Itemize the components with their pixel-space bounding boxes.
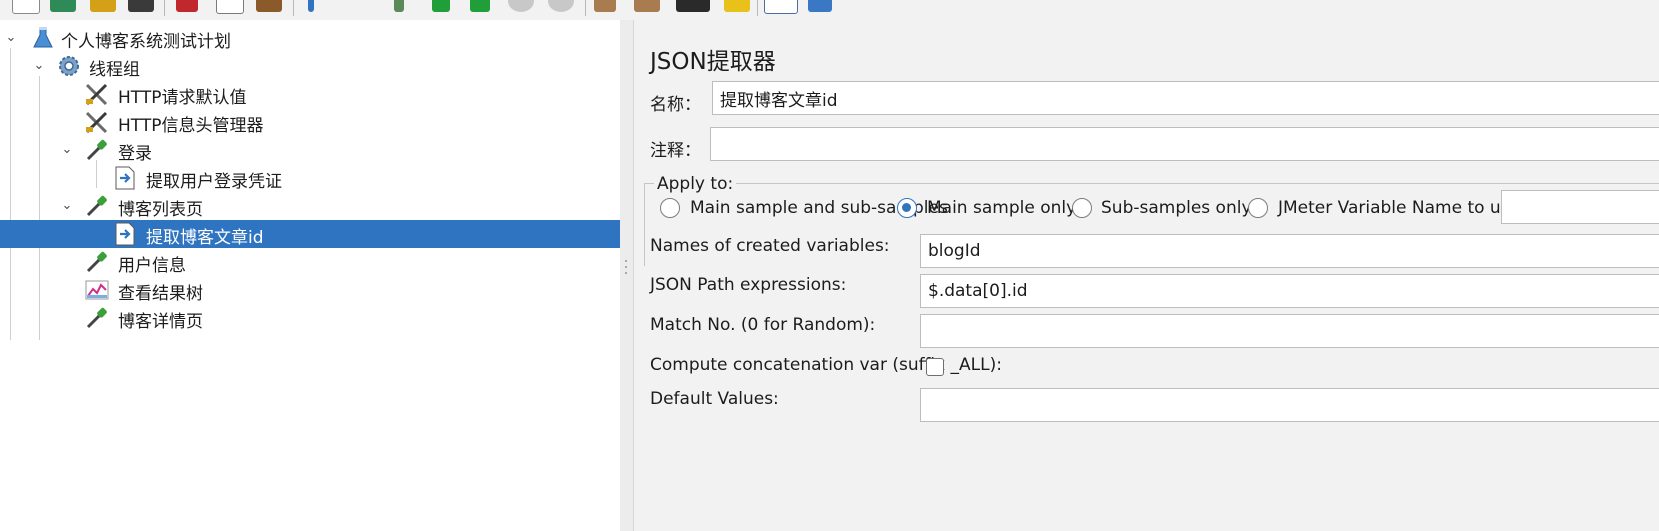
templates-icon[interactable] — [50, 0, 76, 12]
tree-node-extract-blog-id[interactable]: 提取博客文章id — [0, 220, 620, 248]
panel-title: JSON提取器 — [650, 49, 776, 75]
json-extractor-panel: JSON提取器 名称： 注释： Apply to: Main sample an… — [634, 20, 1659, 531]
sampler-pipette-icon — [84, 194, 110, 218]
copy-icon[interactable] — [216, 0, 244, 14]
tree-node-results-tree[interactable]: 查看结果树 — [0, 276, 620, 304]
cut-icon[interactable] — [176, 0, 198, 12]
expand-icon[interactable] — [308, 0, 314, 12]
post-processor-icon — [112, 166, 138, 190]
radio-label[interactable]: Sub-samples only — [1101, 198, 1252, 218]
config-tools-icon — [84, 110, 110, 134]
radio-sub-samples-only[interactable] — [1072, 198, 1092, 218]
created-variables-label: Names of created variables: — [650, 236, 890, 256]
tree-node-extract-login[interactable]: 提取用户登录凭证 — [0, 164, 620, 192]
tree-node-thread-group[interactable]: ⌄ 线程组 — [0, 52, 620, 80]
panel-splitter[interactable] — [620, 20, 634, 531]
name-field[interactable] — [712, 81, 1659, 115]
tree-node-http-defaults[interactable]: HTTP请求默认值 — [0, 80, 620, 108]
save-icon[interactable] — [128, 0, 154, 12]
concatenation-label: Compute concatenation var (suffix _ALL): — [650, 355, 1002, 375]
collapse-toggle-icon[interactable]: ⌄ — [60, 199, 74, 213]
comment-label: 注释： — [650, 141, 701, 161]
splitter-grip — [625, 260, 627, 262]
paste-icon[interactable] — [256, 0, 282, 12]
tree-node-label: 提取博客文章id — [146, 228, 264, 248]
sampler-pipette-icon — [84, 306, 110, 330]
default-values-field[interactable] — [920, 388, 1659, 422]
function-helper-icon[interactable] — [764, 0, 798, 14]
match-no-field[interactable] — [920, 314, 1659, 348]
apply-to-legend: Apply to: — [654, 174, 737, 194]
new-icon[interactable] — [12, 0, 40, 14]
name-label: 名称： — [650, 95, 701, 115]
toolbar-separator — [757, 0, 758, 16]
jmeter-variable-field[interactable] — [1501, 190, 1659, 224]
tree-node-user-info[interactable]: 用户信息 — [0, 248, 620, 276]
open-icon[interactable] — [90, 0, 116, 12]
tree-node-label: 登录 — [118, 144, 152, 164]
json-path-label: JSON Path expressions: — [650, 275, 847, 295]
splitter-grip — [625, 272, 627, 274]
tree-node-label: HTTP信息头管理器 — [118, 116, 264, 136]
tree-node-blog-list[interactable]: ⌄ 博客列表页 — [0, 192, 620, 220]
start-no-pause-icon[interactable] — [470, 0, 490, 12]
json-path-field[interactable] — [920, 274, 1659, 308]
help-icon[interactable] — [808, 0, 832, 12]
collapse-toggle-icon[interactable]: ⌄ — [4, 31, 18, 45]
radio-label[interactable]: JMeter Variable Name to use — [1278, 198, 1520, 218]
collapse-toggle-icon[interactable]: ⌄ — [32, 59, 46, 73]
sampler-pipette-icon — [84, 250, 110, 274]
listener-graph-icon — [84, 278, 110, 302]
tree-node-label: HTTP请求默认值 — [118, 88, 247, 108]
created-variables-field[interactable] — [920, 234, 1659, 268]
radio-main-and-sub-samples[interactable] — [660, 198, 680, 218]
tree-node-label: 提取用户登录凭证 — [146, 172, 282, 192]
toolbar — [0, 0, 1659, 20]
test-plan-tree[interactable]: ⌄ 个人博客系统测试计划 ⌄ 线程组 HTTP请求默认值 HTTP信息头管理器 … — [0, 20, 621, 531]
collapse-toggle-icon[interactable]: ⌄ — [60, 143, 74, 157]
clear-icon[interactable] — [594, 0, 616, 12]
radio-main-sample-only[interactable] — [897, 198, 917, 218]
tree-node-login[interactable]: ⌄ 登录 — [0, 136, 620, 164]
radio-label[interactable]: Main sample only — [927, 198, 1076, 218]
config-tools-icon — [84, 82, 110, 106]
tree-node-label: 博客详情页 — [118, 312, 203, 332]
post-processor-icon — [112, 222, 138, 246]
tree-node-label: 个人博客系统测试计划 — [61, 32, 231, 52]
search-icon[interactable] — [676, 0, 710, 12]
toolbar-separator — [585, 0, 586, 16]
tree-node-test-plan[interactable]: ⌄ 个人博客系统测试计划 — [0, 24, 620, 52]
tree-node-label: 用户信息 — [118, 256, 186, 276]
tree-node-label: 查看结果树 — [118, 284, 203, 304]
start-icon[interactable] — [432, 0, 450, 12]
splitter-grip — [625, 266, 627, 268]
radio-jmeter-variable[interactable] — [1248, 198, 1268, 218]
sampler-pipette-icon — [84, 138, 110, 162]
tree-node-label: 线程组 — [89, 60, 140, 80]
stop-icon[interactable] — [508, 0, 534, 12]
default-values-label: Default Values: — [650, 389, 779, 409]
thread-group-gear-icon — [56, 54, 82, 78]
shutdown-icon[interactable] — [548, 0, 574, 12]
reset-search-icon[interactable] — [724, 0, 750, 12]
toolbar-separator — [293, 0, 294, 16]
tree-node-blog-detail[interactable]: 博客详情页 — [0, 304, 620, 332]
clear-all-icon[interactable] — [634, 0, 660, 12]
match-no-label: Match No. (0 for Random): — [650, 315, 876, 335]
concatenation-checkbox[interactable] — [926, 358, 944, 376]
tree-node-header-manager[interactable]: HTTP信息头管理器 — [0, 108, 620, 136]
comment-field[interactable] — [710, 127, 1659, 161]
toolbar-separator — [164, 0, 165, 16]
tree-node-label: 博客列表页 — [118, 200, 203, 220]
collapse-icon[interactable] — [394, 0, 404, 12]
test-plan-icon — [30, 26, 56, 50]
